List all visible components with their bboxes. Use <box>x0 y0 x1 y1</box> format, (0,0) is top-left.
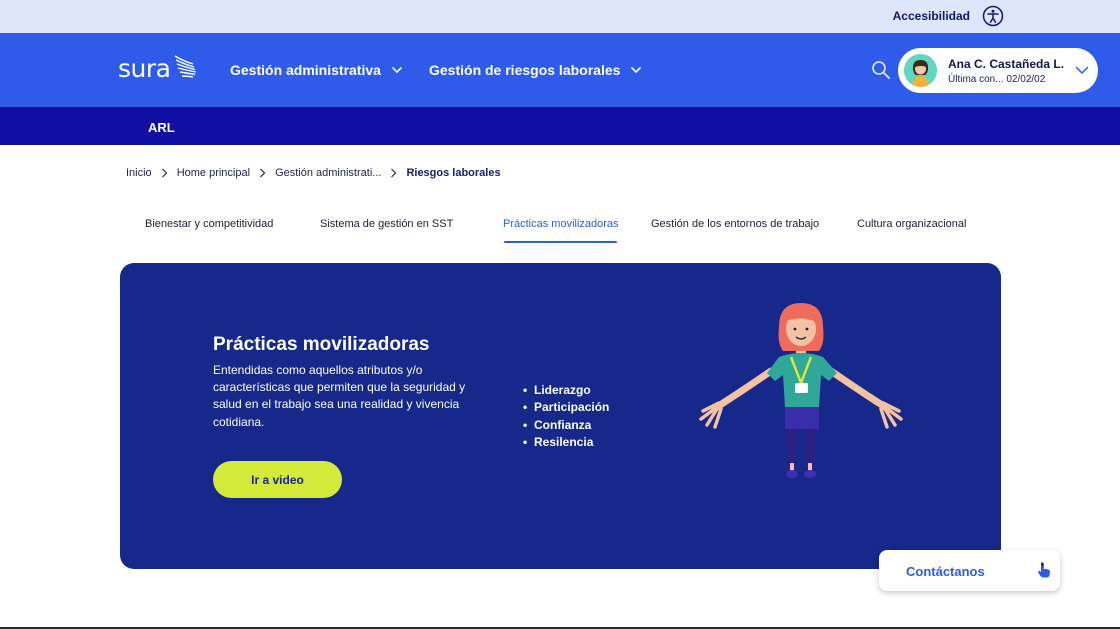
logo-wordmark: sura <box>118 53 171 83</box>
chevron-down-icon <box>392 67 402 73</box>
chevron-down-icon <box>631 67 642 73</box>
user-name: Ana C. Castañeda L. <box>948 57 1065 71</box>
accessibility-label: Accesibilidad <box>892 9 970 23</box>
chevron-right-icon <box>161 168 168 178</box>
chevron-right-icon <box>260 168 266 178</box>
hero-title: Prácticas movilizadoras <box>213 334 430 355</box>
accessibility-icon <box>982 5 1004 27</box>
tab-sistema-sst[interactable]: Sistema de gestión en SST <box>320 218 453 230</box>
sura-logo[interactable]: sura <box>118 53 199 83</box>
tab-entornos-trabajo[interactable]: Gestión de los entornos de trabajo <box>651 218 819 230</box>
hand-pointer-icon <box>1038 562 1050 578</box>
search-icon[interactable] <box>871 60 891 80</box>
last-login: Última con... 02/02/02 <box>948 74 1046 85</box>
nav-gestion-administrativa[interactable]: Gestión administrativa <box>230 62 403 78</box>
breadcrumb-item-gestion[interactable]: Gestión administrati... <box>275 167 381 179</box>
accessibility-bar: Accesibilidad <box>0 0 1120 33</box>
logo-wing-icon <box>175 55 197 78</box>
hero-description: Entendidas como aquellos atributos y/o c… <box>213 363 466 429</box>
contact-label: Contáctanos <box>906 564 985 579</box>
go-to-video-button[interactable]: Ir a video <box>213 461 342 498</box>
chevron-right-icon <box>391 168 397 178</box>
nav-gestion-riesgos-laborales[interactable]: Gestión de riesgos laborales <box>429 62 642 78</box>
main-header: sura Gestión administrativa Gestión de r… <box>0 33 1120 107</box>
practices-list: Liderazgo Participación Confianza Resile… <box>523 382 609 451</box>
list-item: Participación <box>523 399 609 417</box>
breadcrumb: Inicio Home principal Gestión administra… <box>126 167 501 179</box>
list-item: Resilencia <box>523 434 609 452</box>
user-profile-menu[interactable]: Ana C. Castañeda L. Última con... 02/02/… <box>898 48 1098 93</box>
avatar <box>904 54 937 87</box>
hero-banner: Prácticas movilizadoras Entendidas como … <box>120 263 1001 569</box>
list-item: Liderazgo <box>523 382 609 400</box>
active-tab-indicator <box>504 241 617 243</box>
tab-cultura-organizacional[interactable]: Cultura organizacional <box>857 218 966 230</box>
tab-practicas-movilizadoras[interactable]: Prácticas movilizadoras <box>503 218 619 230</box>
section-bar: ARL <box>0 107 1120 145</box>
accessibility-button[interactable]: Accesibilidad <box>893 5 1004 27</box>
nav-label: Gestión de riesgos laborales <box>429 62 621 78</box>
section-label-arl[interactable]: ARL <box>148 120 175 135</box>
tab-bienestar[interactable]: Bienestar y competitividad <box>145 218 273 230</box>
breadcrumb-item-inicio[interactable]: Inicio <box>126 167 152 179</box>
chevron-down-icon <box>1075 66 1089 74</box>
contact-button[interactable]: Contáctanos <box>879 550 1060 591</box>
breadcrumb-item-current: Riesgos laborales <box>406 167 501 179</box>
nav-label: Gestión administrativa <box>230 62 381 78</box>
breadcrumb-item-home[interactable]: Home principal <box>177 167 250 179</box>
list-item: Confianza <box>523 417 609 435</box>
woman-illustration <box>699 303 903 478</box>
